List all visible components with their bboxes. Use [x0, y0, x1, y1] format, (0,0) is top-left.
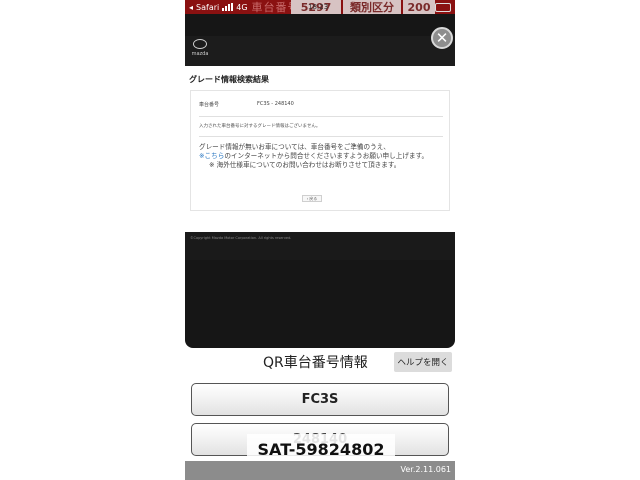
page-title: グレード情報検索結果	[189, 75, 269, 84]
copyright-text: ©Copyright Mazda Motor Corporation. All …	[190, 236, 292, 240]
divider	[199, 136, 443, 137]
status-left: ◂ Safari 4G	[185, 3, 248, 12]
banner-category-value: 200	[403, 0, 435, 14]
status-time: 18:23	[308, 3, 329, 11]
phone-screen: ◂ Safari 4G 車台番号 5297 類別区分 200 18:23 maz…	[185, 0, 455, 480]
grade-result-webview: mazda グレード情報検索結果 車台番号 FC3S - 248140 入力され…	[185, 36, 455, 260]
web-header: mazda	[185, 36, 455, 66]
info-line-3: ※ 海外仕様車についてのお問い合わせはお断りさせて頂きます。	[209, 161, 401, 169]
network-label: 4G	[236, 2, 248, 12]
back-arrow-icon[interactable]: ◂	[189, 3, 193, 12]
signal-icon	[222, 3, 234, 11]
divider	[199, 116, 443, 117]
close-icon[interactable]: ✕	[431, 27, 453, 49]
back-button[interactable]: ‹ 戻る	[302, 195, 322, 202]
mazda-logo-icon	[193, 39, 207, 49]
banner-category-label: 類別区分	[343, 0, 401, 14]
result-box: 車台番号 FC3S - 248140 入力された車台番号に対するグレード情報はご…	[190, 90, 450, 211]
mazda-logo: mazda	[189, 39, 211, 63]
back-app-label[interactable]: Safari	[196, 3, 219, 12]
mazda-logo-text: mazda	[191, 51, 209, 57]
battery-icon	[435, 3, 451, 12]
back-button-label: 戻る	[309, 195, 318, 201]
vin-value: FC3S - 248140	[257, 101, 294, 107]
back-chevron-icon: ‹	[306, 196, 309, 201]
watermark-label: SAT-59824802	[247, 434, 395, 464]
help-button[interactable]: ヘルプを開く	[394, 352, 452, 372]
not-found-message: 入力された車台番号に対するグレード情報はございません。	[199, 124, 321, 129]
vin-label: 車台番号	[199, 102, 220, 108]
modal-overlay: mazda グレード情報検索結果 車台番号 FC3S - 248140 入力され…	[185, 14, 455, 348]
model-field[interactable]: FC3S	[191, 383, 449, 416]
app-title: QR車台番号情報	[263, 355, 368, 371]
version-label: Ver.2.11.061	[400, 465, 452, 474]
